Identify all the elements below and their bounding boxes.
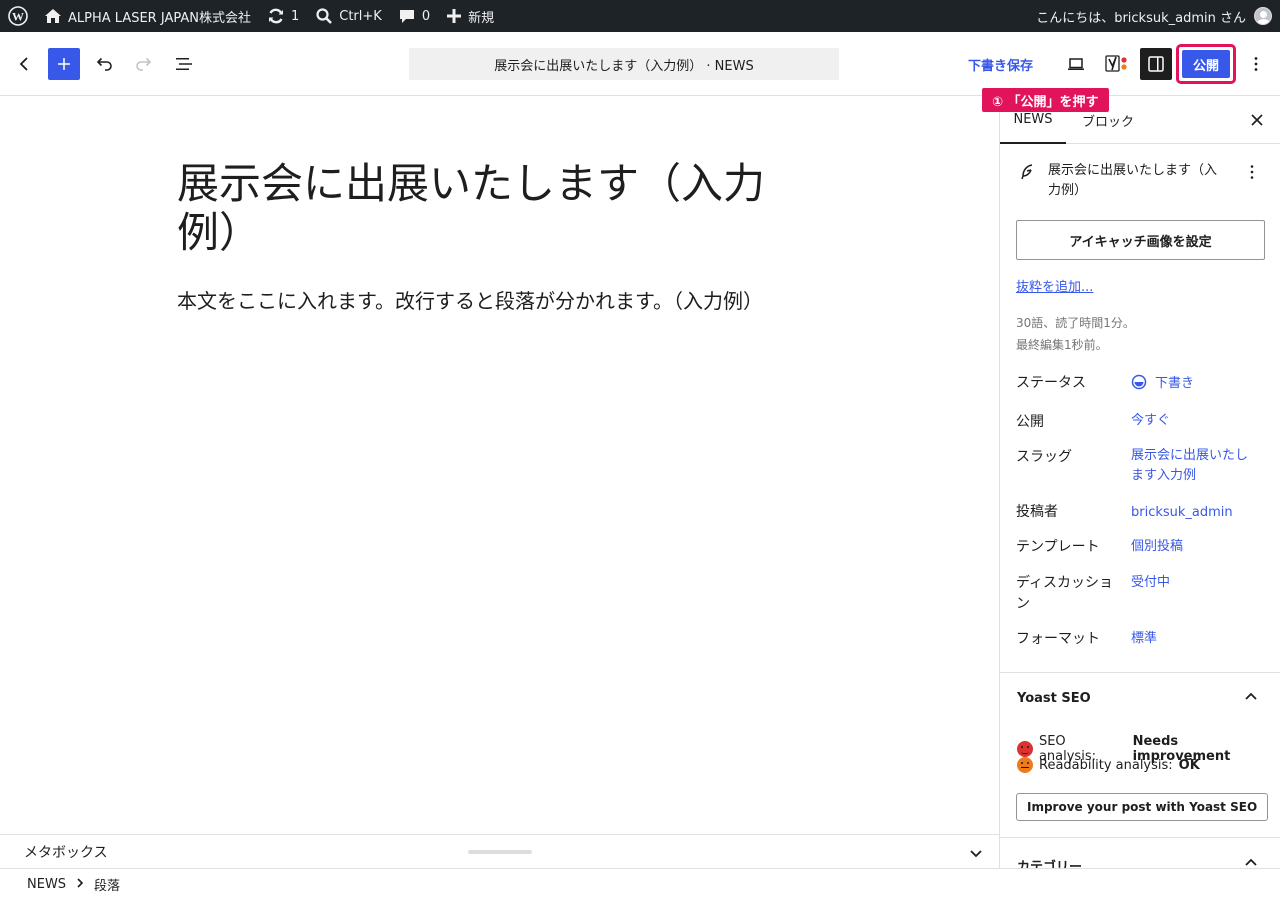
readability-label: Readability analysis: [1039, 757, 1173, 773]
neutral-face-icon [1017, 757, 1033, 773]
feather-icon [1018, 163, 1036, 185]
redo-button[interactable] [128, 48, 160, 80]
settings-button[interactable] [1140, 48, 1172, 80]
author-value[interactable]: bricksuk_admin [1131, 503, 1261, 523]
format-label: フォーマット [1016, 631, 1100, 647]
site-name: ALPHA LASER JAPAN株式会社 [68, 10, 251, 26]
breadcrumb-item-news[interactable]: NEWS [27, 877, 66, 892]
preview-button[interactable] [1060, 48, 1092, 80]
metabox-panel: メタボックス [0, 834, 999, 868]
admin-bar: W ALPHA LASER JAPAN株式会社 1 Ctrl+K 0 新規 こん… [0, 0, 1280, 32]
word-count: 30語、読了時間1分。 [1016, 316, 1135, 330]
slug-value[interactable]: 展示会に出展いたします入力例 [1131, 446, 1253, 486]
block-breadcrumb: NEWS 段落 [0, 868, 1280, 900]
comments-count: 0 [421, 8, 431, 24]
redo-icon [134, 54, 154, 74]
chevron-left-icon [14, 54, 34, 74]
document-title-bar[interactable]: 展示会に出展いたします（入力例） · NEWS [409, 48, 839, 80]
options-button[interactable] [1240, 48, 1272, 80]
editor-canvas: 展示会に出展いたします（入力例） 本文をここに入れます。改行すると段落が分かれま… [0, 97, 999, 834]
more-vertical-icon [1246, 54, 1266, 74]
post-title[interactable]: 展示会に出展いたします（入力例） [177, 159, 817, 257]
slug-label: スラッグ [1016, 449, 1072, 465]
document-title: 展示会に出展いたします（入力例） · NEWS [494, 58, 754, 74]
new-content-menu[interactable]: 新規 [438, 0, 502, 32]
status-label: ステータス [1016, 375, 1086, 391]
publish-label: 公開 [1016, 414, 1044, 430]
add-block-button[interactable] [48, 48, 80, 80]
comment-icon [398, 7, 416, 25]
document-overview-button[interactable] [168, 48, 200, 80]
chevron-right-icon [74, 877, 86, 893]
paragraph-block[interactable]: 本文をここに入れます。改行すると段落が分かれます。（入力例） [177, 287, 817, 315]
improve-yoast-button[interactable]: Improve your post with Yoast SEO [1016, 793, 1269, 821]
avatar [1254, 7, 1272, 25]
site-name-menu[interactable]: ALPHA LASER JAPAN株式会社 [36, 0, 259, 32]
updates-icon [267, 7, 285, 25]
editor-header: 展示会に出展いたします（入力例） · NEWS 下書き保存 公開 [0, 32, 1280, 96]
category-panel-title[interactable]: カテゴリー [1017, 856, 1082, 868]
new-label: 新規 [468, 10, 495, 26]
breadcrumb-item-paragraph[interactable]: 段落 [94, 875, 120, 894]
author-label: 投稿者 [1016, 504, 1058, 520]
sad-face-icon [1017, 741, 1033, 757]
discussion-label: ディスカッション [1016, 575, 1114, 612]
save-draft-button[interactable]: 下書き保存 [968, 48, 1033, 80]
more-vertical-icon[interactable] [1243, 163, 1261, 185]
account-menu[interactable]: こんにちは、bricksuk_admin さん [1036, 0, 1272, 32]
undo-button[interactable] [88, 48, 120, 80]
back-button[interactable] [8, 48, 40, 80]
search-shortcut: Ctrl+K [339, 8, 382, 24]
list-view-icon [174, 54, 194, 74]
updates-count: 1 [290, 8, 300, 24]
add-excerpt-link[interactable]: 抜粋を追加... [1016, 276, 1093, 295]
status-text: 下書き [1155, 376, 1195, 391]
updates-menu[interactable]: 1 [259, 0, 307, 32]
wordpress-icon: W [8, 6, 28, 26]
command-palette-menu[interactable]: Ctrl+K [307, 0, 390, 32]
metabox-label: メタボックス [24, 845, 108, 861]
yoast-icon [1103, 53, 1129, 75]
format-value[interactable]: 標準 [1131, 629, 1261, 649]
template-label: テンプレート [1016, 539, 1100, 555]
undo-icon [94, 54, 114, 74]
panel-divider [1000, 672, 1280, 673]
set-featured-image-button[interactable]: アイキャッチ画像を設定 [1016, 220, 1265, 260]
wordpress-logo-menu[interactable]: W [0, 0, 36, 32]
home-icon [44, 7, 62, 25]
sidebar-icon [1147, 55, 1165, 73]
plus-icon [56, 56, 72, 72]
panel-divider [1000, 837, 1280, 838]
publish-date-value[interactable]: 今すぐ [1131, 411, 1261, 431]
yoast-panel-title[interactable]: Yoast SEO [1017, 691, 1091, 706]
comments-menu[interactable]: 0 [390, 0, 438, 32]
chevron-up-icon[interactable] [1242, 688, 1260, 710]
svg-text:W: W [12, 10, 24, 24]
publish-button[interactable]: 公開 [1182, 50, 1230, 78]
close-icon[interactable] [1248, 111, 1266, 133]
template-value[interactable]: 個別投稿 [1131, 537, 1261, 557]
chevron-down-icon[interactable] [966, 843, 986, 867]
readability-row: Readability analysis: OK [1017, 757, 1200, 773]
status-value[interactable]: 下書き [1131, 374, 1261, 397]
discussion-value[interactable]: 受付中 [1131, 573, 1261, 593]
chevron-up-icon[interactable] [1242, 854, 1260, 868]
settings-sidebar: NEWS ブロック 展示会に出展いたします（入力例） アイキャッチ画像を設定 抜… [999, 97, 1280, 868]
metabox-resize-handle[interactable] [468, 850, 532, 854]
yoast-button[interactable] [1100, 48, 1132, 80]
readability-value: OK [1178, 757, 1200, 773]
search-icon [315, 7, 333, 25]
plus-icon [446, 8, 462, 24]
greeting: こんにちは、bricksuk_admin さん [1036, 10, 1246, 26]
post-card-title: 展示会に出展いたします（入力例） [1048, 163, 1218, 199]
last-edited: 最終編集1秒前。 [1016, 338, 1108, 352]
publish-highlight: 公開 [1176, 44, 1236, 84]
desktop-icon [1066, 54, 1086, 74]
publish-annotation: ① 「公開」を押す [982, 88, 1109, 112]
draft-status-icon [1131, 374, 1147, 397]
